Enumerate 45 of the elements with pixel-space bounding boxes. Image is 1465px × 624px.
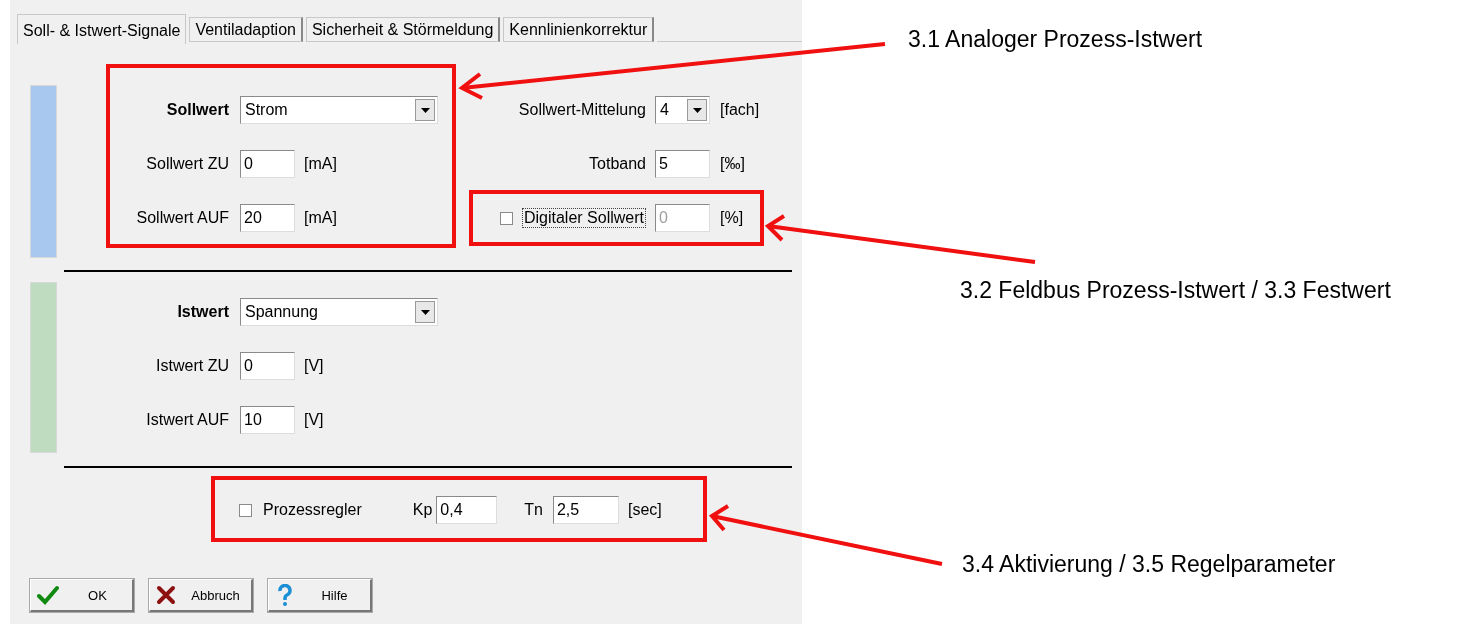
annotation-label: 3.4 Aktivierung / 3.5 Regelparameter [962, 551, 1336, 578]
field-label: Sollwert AUF [136, 209, 230, 227]
input-field[interactable]: 0 [240, 150, 295, 178]
checkbox-label[interactable]: Digitaler Sollwert [521, 208, 646, 228]
checkbox-label[interactable]: Prozessregler [263, 501, 362, 519]
field-label: Kp [412, 501, 433, 519]
unit-label: [V] [303, 357, 325, 375]
tab[interactable]: Soll- & Istwert-Signale [17, 14, 187, 44]
checkbox[interactable] [499, 211, 513, 225]
annotation-label: 3.1 Analoger Prozess-Istwert [908, 26, 1203, 53]
cancel-button[interactable]: Abbruch [149, 579, 253, 612]
checkbox[interactable] [239, 503, 252, 517]
dropdown[interactable]: 4 [655, 96, 710, 124]
input-field[interactable]: 2,5 [552, 496, 619, 524]
unit-label: [‰] [719, 155, 746, 173]
input-field[interactable]: 0,4 [436, 496, 498, 524]
input-field[interactable]: 20 [240, 204, 295, 232]
input-field[interactable]: 0 [240, 352, 295, 380]
unit-label: [V] [303, 411, 325, 429]
field-label: Sollwert ZU [146, 155, 230, 173]
field-label: Tn [524, 501, 543, 519]
tab[interactable]: Sicherheit & Störmeldung [305, 17, 501, 42]
field-label: Totband [589, 155, 647, 173]
dropdown[interactable]: Strom [240, 96, 438, 124]
tab[interactable]: Kennlinienkorrektur [503, 17, 655, 42]
unit-label: [mA] [303, 209, 338, 227]
annotation-label: 3.2 Feldbus Prozess-Istwert / 3.3 Festwert [960, 277, 1391, 304]
help-button[interactable]: Hilfe [268, 579, 372, 612]
unit-label: [%] [719, 209, 745, 227]
dropdown[interactable]: Spannung [240, 298, 438, 326]
close-icon [156, 585, 176, 605]
field-label: Istwert AUF [146, 411, 230, 429]
field-label: Sollwert [166, 101, 230, 119]
input-field[interactable]: 5 [655, 150, 710, 178]
tab[interactable]: Ventiladaption [189, 17, 303, 42]
ok-button[interactable]: OK [30, 579, 134, 612]
help-icon [275, 584, 295, 606]
checkmark-icon [37, 585, 59, 605]
field-label: Istwert [177, 303, 230, 321]
field-label: Sollwert-Mittelung [518, 101, 647, 119]
unit-label: [mA] [303, 155, 338, 173]
input-field[interactable]: 10 [240, 406, 295, 434]
unit-label: [sec] [626, 501, 662, 519]
unit-label: [fach] [719, 101, 760, 119]
field-label: Istwert ZU [156, 357, 230, 375]
